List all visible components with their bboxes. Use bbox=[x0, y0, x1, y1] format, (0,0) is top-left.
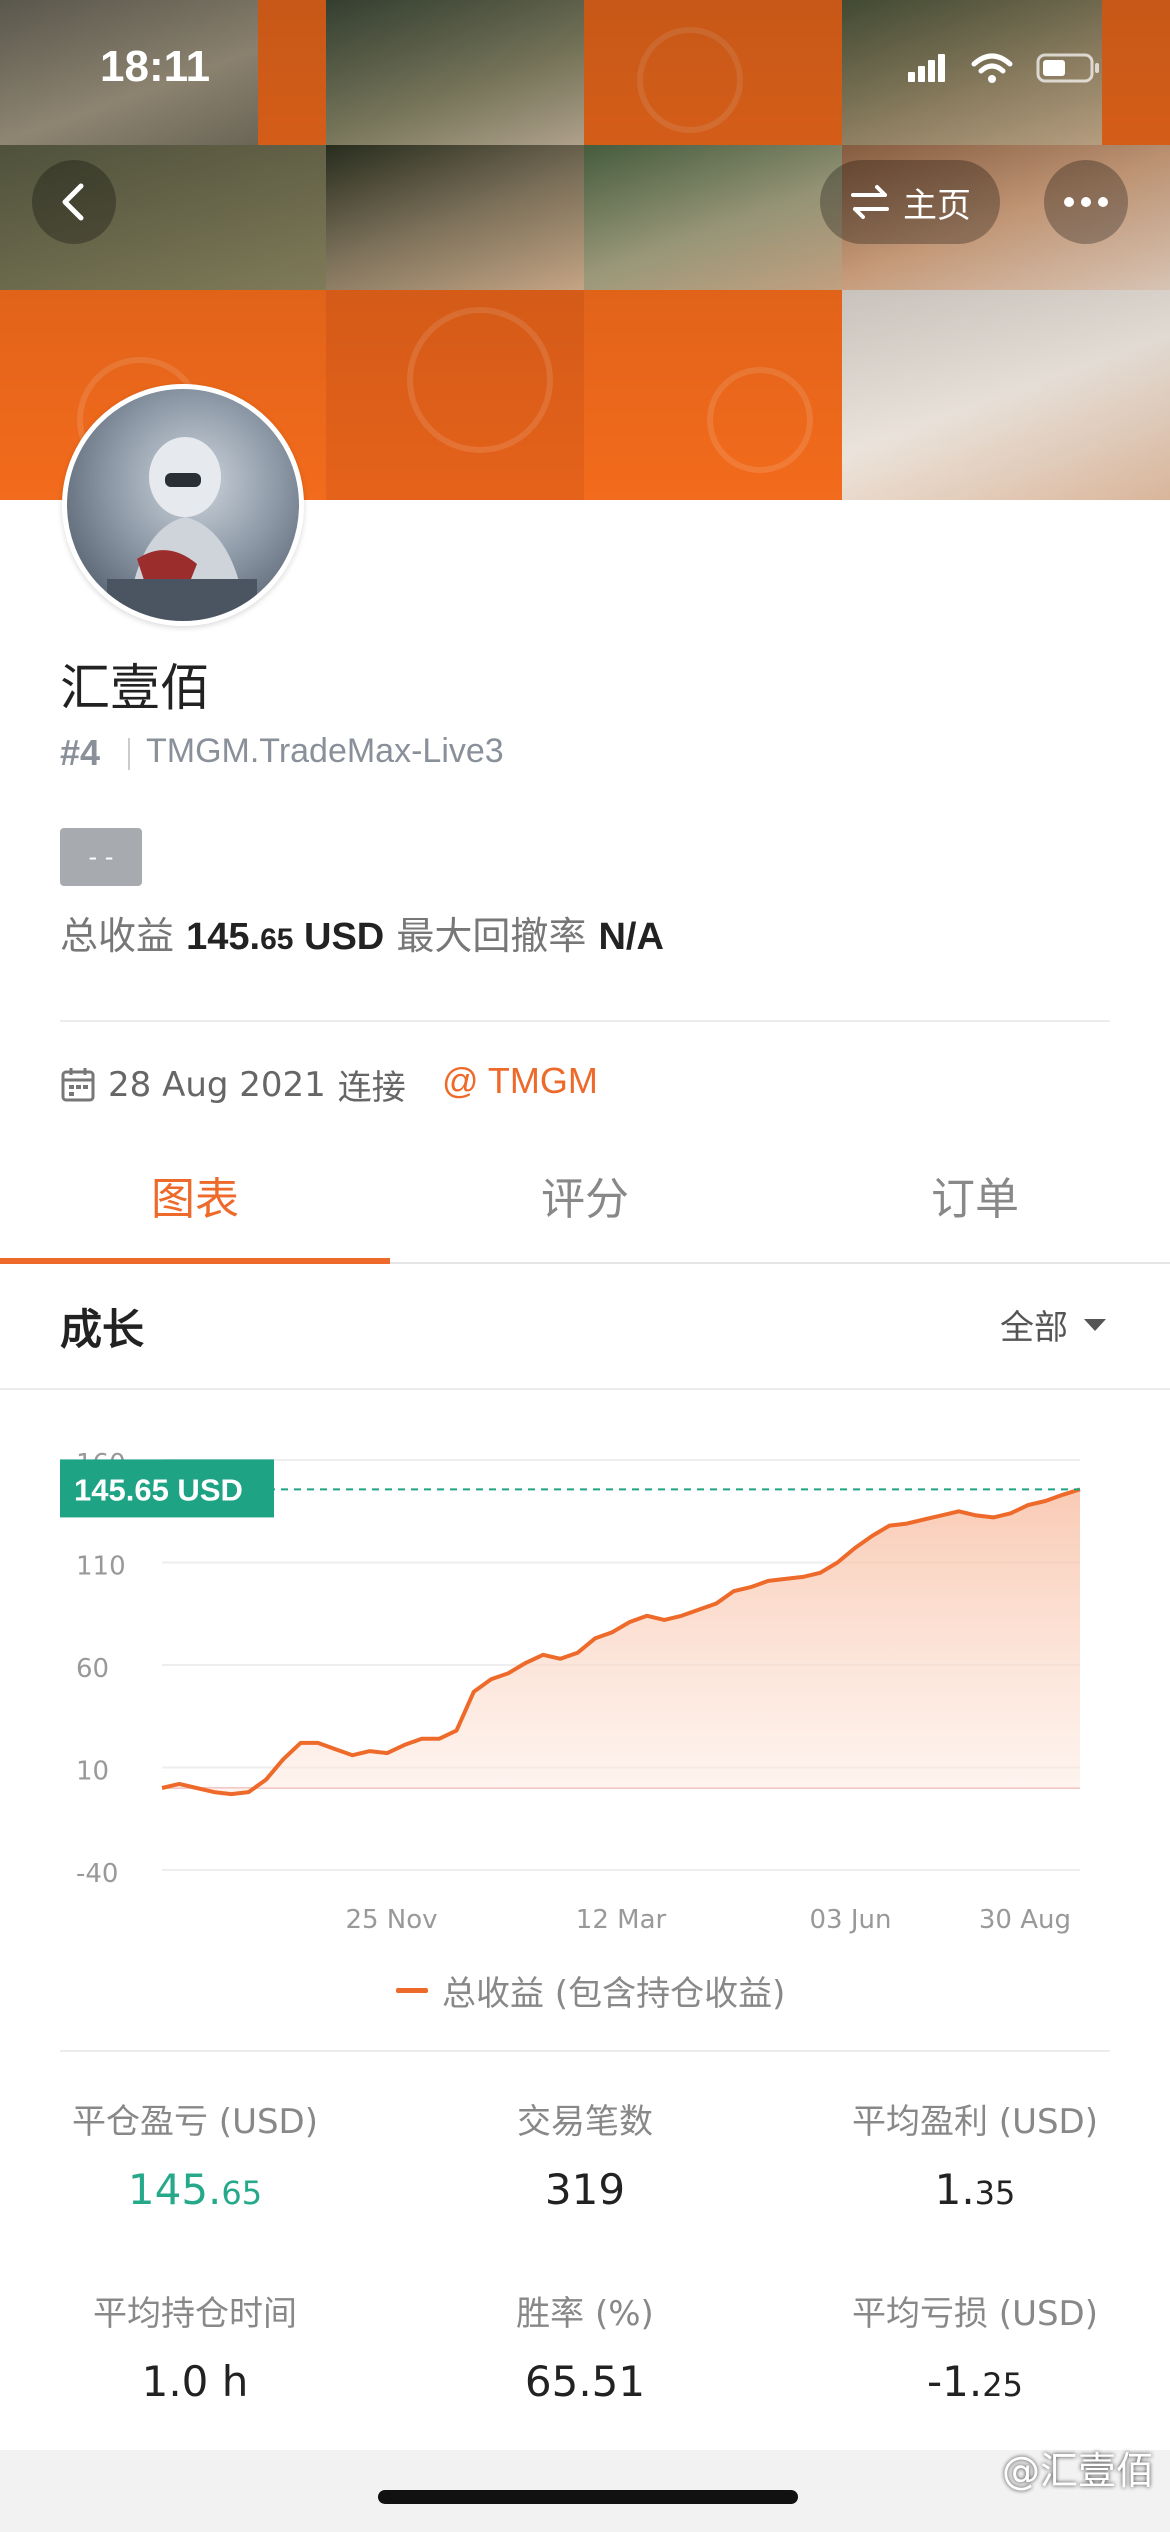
more-button[interactable] bbox=[1044, 160, 1128, 244]
max-drawdown-value: N/A bbox=[598, 916, 664, 958]
chart-legend: 总收益 (包含持仓收益) bbox=[396, 1966, 785, 2015]
stat-avg-profit: 平均盈利 (USD) 1.35 bbox=[852, 2102, 1098, 2214]
avatar[interactable] bbox=[62, 384, 304, 626]
server-name: TMGM.TradeMax-Live3 bbox=[146, 732, 504, 770]
divider bbox=[60, 1020, 1110, 1022]
home-button[interactable]: 主页 bbox=[820, 160, 1000, 244]
y-tick-label: 110 bbox=[76, 1552, 126, 1582]
calendar-icon bbox=[61, 1067, 95, 1101]
y-tick-label: 10 bbox=[76, 1757, 109, 1787]
stats-row-2: 平均持仓时间 1.0 h 胜率 (%) 65.51 平均亏损 (USD) -1.… bbox=[0, 2286, 1170, 2406]
caret-down-icon bbox=[1084, 1318, 1106, 1331]
range-label: 全部 bbox=[1000, 1308, 1068, 1348]
tab-orders[interactable]: 订单 bbox=[780, 1160, 1170, 1262]
watermark: @汇壹佰 bbox=[1001, 2449, 1154, 2493]
x-tick-label: 25 Nov bbox=[345, 1905, 437, 1935]
rank-separator bbox=[128, 738, 130, 770]
x-tick-label: 03 Jun bbox=[810, 1905, 892, 1935]
current-value-label: 145.65 USD bbox=[74, 1472, 243, 1507]
wifi-icon bbox=[971, 53, 1013, 83]
signal-icon bbox=[908, 54, 945, 82]
x-tick-label: 12 Mar bbox=[576, 1905, 667, 1935]
legend-label: 总收益 (包含持仓收益) bbox=[442, 1974, 786, 2014]
total-profit-value: 145.65 USD bbox=[186, 916, 385, 958]
growth-chart[interactable]: 1601106010-40145.65 USD25 Nov12 Mar03 Ju… bbox=[40, 1440, 1140, 1940]
status-time: 18:11 bbox=[100, 42, 211, 91]
stats-row-1: 平仓盈亏 (USD) 145.65 交易笔数 319 平均盈利 (USD) 1.… bbox=[0, 2094, 1170, 2214]
rank-badge: #4 bbox=[60, 732, 101, 773]
stat-closed-pnl: 平仓盈亏 (USD) 145.65 bbox=[72, 2102, 318, 2214]
max-drawdown-label: 最大回撤率 bbox=[396, 914, 587, 958]
swap-icon bbox=[851, 185, 889, 219]
profit-summary: 总收益 145.65 USD 最大回撤率 N/A bbox=[60, 905, 664, 960]
total-profit-label: 总收益 bbox=[60, 914, 175, 958]
stat-avg-hold-time: 平均持仓时间 1.0 h bbox=[93, 2294, 297, 2406]
section-title: 成长 bbox=[60, 1305, 145, 1354]
legend-swatch bbox=[396, 1988, 428, 1993]
back-button[interactable] bbox=[32, 160, 116, 244]
profile-name: 汇壹佰 bbox=[60, 659, 210, 717]
stat-win-rate: 胜率 (%) 65.51 bbox=[516, 2294, 654, 2406]
chevron-left-icon bbox=[62, 183, 84, 221]
home-button-label: 主页 bbox=[903, 185, 971, 226]
status-icons bbox=[908, 52, 1100, 84]
x-tick-label: 30 Aug bbox=[979, 1905, 1071, 1935]
section-divider bbox=[0, 1388, 1170, 1390]
tab-chart[interactable]: 图表 bbox=[0, 1160, 390, 1264]
series-area bbox=[162, 1489, 1080, 1795]
stats-divider bbox=[60, 2050, 1110, 2052]
y-tick-label: -40 bbox=[76, 1859, 118, 1889]
stat-avg-loss: 平均亏损 (USD) -1.25 bbox=[852, 2294, 1098, 2406]
connected-date: 28 Aug 2021 bbox=[108, 1064, 326, 1105]
y-tick-label: 60 bbox=[76, 1654, 109, 1684]
strategy-tag: - - bbox=[60, 828, 142, 886]
more-icon bbox=[1064, 197, 1108, 207]
battery-icon bbox=[1036, 53, 1099, 83]
range-dropdown[interactable]: 全部 bbox=[1000, 1300, 1108, 1349]
stat-trade-count: 交易笔数 319 bbox=[517, 2102, 653, 2214]
tab-rating[interactable]: 评分 bbox=[390, 1160, 780, 1262]
tab-bar: 图表 评分 订单 bbox=[0, 1160, 1170, 1264]
connected-label: 连接 bbox=[337, 1068, 406, 1108]
connection-info: 28 Aug 2021 连接 bbox=[60, 1060, 406, 1109]
broker-link[interactable]: @ TMGM bbox=[442, 1060, 598, 1102]
robot-avatar-image bbox=[107, 437, 257, 621]
home-indicator[interactable] bbox=[378, 2490, 798, 2504]
